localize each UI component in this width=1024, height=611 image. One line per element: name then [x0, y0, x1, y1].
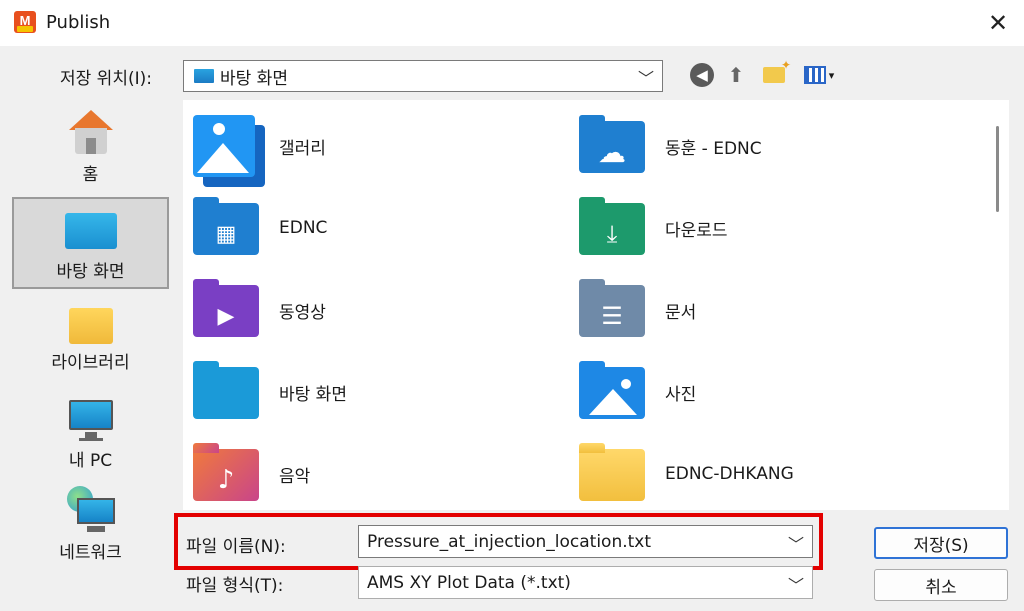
this-pc-icon: [67, 398, 115, 442]
scrollbar-thumb[interactable]: [996, 126, 999, 212]
back-button[interactable]: ◀: [688, 61, 716, 89]
filename-value: Pressure_at_injection_location.txt: [367, 531, 652, 552]
libraries-icon: [68, 308, 113, 344]
documents-folder-icon: ☰: [579, 279, 649, 341]
sidebar-item-label: 내 PC: [68, 451, 113, 471]
file-name: 다운로드: [665, 220, 728, 241]
list-item[interactable]: ⤓ 다운로드: [579, 192, 728, 264]
file-name: EDNC-DHKANG: [665, 464, 794, 484]
places-sidebar: 홈 바탕 화면 라이브러리 내 PC 네트워크: [12, 100, 172, 570]
view-menu-button[interactable]: ▾: [797, 61, 841, 89]
list-item[interactable]: EDNC-DHKANG: [579, 438, 794, 510]
save-location-value: 바탕 화면: [220, 68, 288, 89]
filetype-label: 파일 형식(T):: [186, 576, 284, 596]
sidebar-item-label: 네트워크: [59, 543, 122, 563]
file-name: 음악: [279, 466, 311, 487]
list-item[interactable]: 사진: [579, 356, 696, 428]
file-name: EDNC: [279, 218, 328, 238]
desktop-folder-icon: [193, 361, 263, 423]
new-folder-button[interactable]: [760, 58, 791, 89]
list-item[interactable]: ☁ 동훈 - EDNC: [579, 110, 762, 182]
back-arrow-icon: ◀: [690, 63, 714, 87]
chevron-down-icon: ﹀: [637, 69, 654, 88]
gallery-icon: [193, 115, 265, 187]
file-name: 바탕 화면: [279, 384, 347, 405]
list-item[interactable]: 바탕 화면: [193, 356, 347, 428]
chevron-down-icon: ﹀: [787, 576, 804, 595]
close-button[interactable]: ✕: [972, 0, 1024, 46]
chevron-down-icon: ﹀: [787, 535, 804, 554]
list-item[interactable]: ▦ EDNC: [193, 192, 327, 264]
filetype-value: AMS XY Plot Data (*.txt): [367, 572, 571, 593]
list-item[interactable]: ♪ 음악: [193, 438, 310, 510]
file-list: 갤러리 ☁ 동훈 - EDNC ▦ EDNC ⤓ 다운로드 ▶ 동영상 ☰ 문서…: [183, 100, 987, 510]
file-name: 동훈 - EDNC: [665, 138, 762, 159]
close-icon: ✕: [987, 9, 1009, 37]
view-grid-icon: [803, 66, 826, 84]
list-item[interactable]: 갤러리: [193, 110, 326, 187]
list-item[interactable]: ▶ 동영상: [193, 274, 326, 346]
sidebar-item-home[interactable]: 홈: [12, 106, 169, 194]
filename-label: 파일 이름(N):: [186, 537, 286, 557]
publish-dialog: M Publish ✕ 저장 위치(I): 바탕 화면 ﹀ ◀ ⬆ ▾ 홈 바탕…: [0, 0, 1024, 611]
file-name: 사진: [665, 384, 697, 405]
desktop-icon: [64, 213, 117, 249]
sidebar-item-label: 바탕 화면: [56, 262, 125, 282]
dropdown-arrow-icon: ▾: [828, 68, 835, 82]
window-title: Publish: [46, 12, 111, 33]
onedrive-folder-icon: ☁: [579, 115, 649, 177]
file-name: 문서: [665, 302, 697, 323]
filetype-select[interactable]: AMS XY Plot Data (*.txt) ﹀: [358, 566, 813, 599]
sidebar-item-libraries[interactable]: 라이브러리: [12, 302, 169, 382]
sidebar-item-this-pc[interactable]: 내 PC: [12, 396, 169, 472]
filename-input[interactable]: Pressure_at_injection_location.txt ﹀: [358, 525, 813, 558]
sidebar-item-label: 라이브러리: [51, 353, 130, 373]
folder-icon: [579, 443, 649, 505]
building-folder-icon: ▦: [193, 197, 263, 259]
music-folder-icon: ♪: [193, 443, 263, 505]
downloads-folder-icon: ⤓: [579, 197, 649, 259]
sidebar-item-network[interactable]: 네트워크: [12, 486, 169, 566]
cancel-button[interactable]: 취소: [874, 569, 1008, 601]
file-name: 동영상: [279, 302, 326, 323]
file-name: 갤러리: [279, 138, 326, 159]
save-location-combobox[interactable]: 바탕 화면 ﹀: [183, 60, 663, 92]
network-icon: [65, 486, 117, 534]
app-icon: M: [14, 11, 36, 33]
up-folder-icon: ⬆: [727, 63, 745, 87]
videos-folder-icon: ▶: [193, 279, 263, 341]
save-location-label: 저장 위치(I):: [60, 69, 152, 89]
pictures-folder-icon: [579, 361, 649, 423]
save-button[interactable]: 저장(S): [874, 527, 1008, 559]
file-list-scrollbar[interactable]: [987, 100, 1009, 510]
sidebar-item-label: 홈: [82, 165, 99, 185]
sidebar-item-desktop[interactable]: 바탕 화면: [12, 197, 169, 289]
home-icon: [66, 106, 116, 156]
desktop-folder-icon: [194, 69, 214, 83]
up-one-level-button[interactable]: ⬆: [722, 61, 750, 89]
new-folder-icon: [763, 58, 791, 83]
title-bar: M Publish ✕: [0, 0, 1024, 46]
list-item[interactable]: ☰ 문서: [579, 274, 696, 346]
